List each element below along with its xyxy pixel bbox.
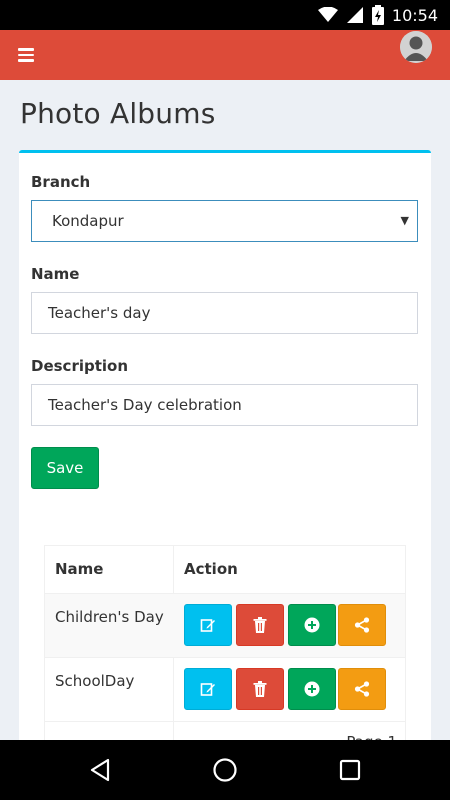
description-input-value: Teacher's Day celebration bbox=[48, 396, 242, 414]
album-form-card: Branch Kondapur ▼ Name Teacher's day Des… bbox=[19, 150, 431, 753]
save-button[interactable]: Save bbox=[31, 447, 99, 489]
home-icon[interactable] bbox=[210, 755, 240, 785]
add-photo-button[interactable] bbox=[288, 604, 336, 646]
edit-icon bbox=[200, 619, 215, 632]
description-input[interactable]: Teacher's Day celebration bbox=[31, 384, 418, 426]
branch-select-value: Kondapur bbox=[52, 212, 124, 230]
edit-button[interactable] bbox=[184, 668, 232, 710]
plus-circle-icon bbox=[304, 681, 320, 697]
hamburger-icon[interactable] bbox=[18, 42, 36, 68]
app-header bbox=[0, 30, 450, 80]
share-button[interactable] bbox=[338, 604, 386, 646]
album-name: Children's Day bbox=[55, 608, 164, 626]
edit-icon bbox=[200, 683, 215, 696]
share-button[interactable] bbox=[338, 668, 386, 710]
branch-label: Branch bbox=[31, 173, 91, 191]
recents-icon[interactable] bbox=[335, 755, 365, 785]
share-icon bbox=[354, 617, 370, 633]
clock: 10:54 bbox=[391, 5, 438, 25]
signal-icon bbox=[346, 7, 363, 23]
table-row: Children's Day bbox=[45, 593, 405, 657]
name-label: Name bbox=[31, 265, 80, 283]
share-icon bbox=[354, 681, 370, 697]
column-header-action: Action bbox=[184, 560, 238, 578]
user-avatar-icon[interactable] bbox=[400, 31, 432, 63]
branch-select[interactable]: Kondapur ▼ bbox=[31, 200, 418, 242]
wifi-icon bbox=[317, 7, 338, 22]
caret-down-icon: ▼ bbox=[400, 214, 409, 227]
name-input-value: Teacher's day bbox=[48, 304, 151, 322]
add-photo-button[interactable] bbox=[288, 668, 336, 710]
page-title: Photo Albums bbox=[20, 97, 216, 130]
albums-table: Name Action Children's Day SchoolDay bbox=[44, 545, 406, 753]
battery-icon bbox=[371, 5, 384, 25]
delete-button[interactable] bbox=[236, 604, 284, 646]
column-header-name: Name bbox=[55, 560, 104, 578]
system-nav-bar bbox=[0, 740, 450, 800]
plus-circle-icon bbox=[304, 617, 320, 633]
status-bar: 10:54 bbox=[0, 0, 450, 30]
trash-icon bbox=[253, 681, 267, 697]
edit-button[interactable] bbox=[184, 604, 232, 646]
album-name: SchoolDay bbox=[55, 672, 135, 690]
delete-button[interactable] bbox=[236, 668, 284, 710]
trash-icon bbox=[253, 617, 267, 633]
back-icon[interactable] bbox=[85, 755, 115, 785]
table-row: SchoolDay bbox=[45, 657, 405, 721]
name-input[interactable]: Teacher's day bbox=[31, 292, 418, 334]
description-label: Description bbox=[31, 357, 129, 375]
